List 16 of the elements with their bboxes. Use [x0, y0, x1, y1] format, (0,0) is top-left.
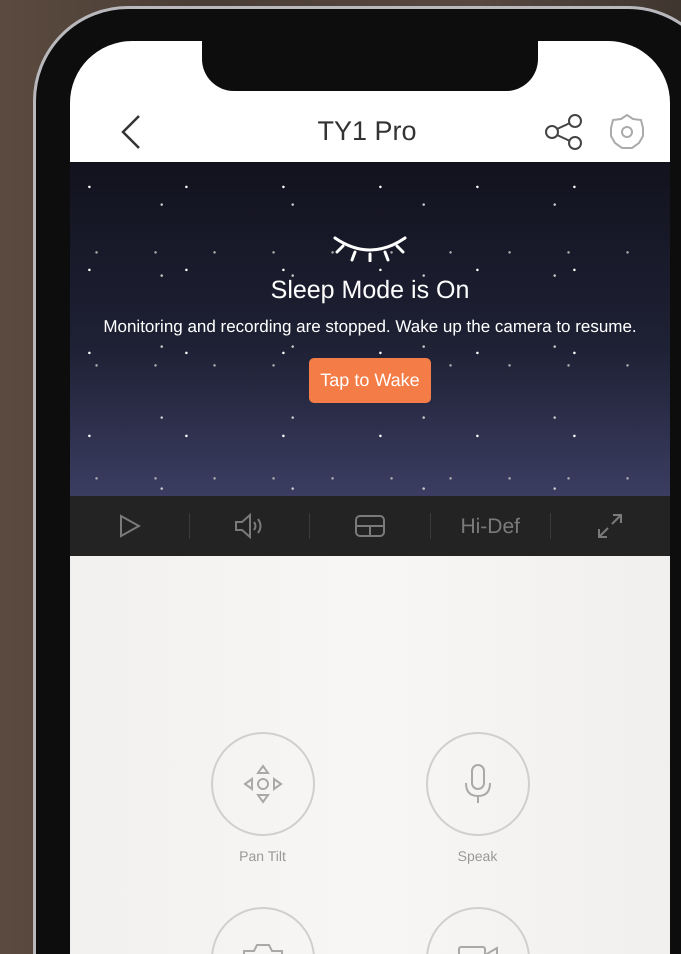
quality-button[interactable]: Hi-Def — [460, 516, 520, 536]
settings-icon[interactable] — [608, 112, 646, 150]
sleep-message: Monitoring and recording are stopped. Wake up the camera to resume. — [102, 316, 638, 338]
screen-title: TY1 Pro — [317, 115, 417, 148]
wake-button[interactable]: Tap to Wake — [309, 358, 431, 402]
control-label: Pan Tilt — [239, 847, 286, 866]
sleep-title: Sleep Mode is On — [270, 275, 470, 306]
back-icon[interactable] — [120, 114, 142, 150]
grid-icon[interactable] — [355, 514, 385, 538]
control-label: Speak — [458, 847, 498, 866]
expand-icon[interactable] — [596, 512, 624, 540]
play-icon[interactable] — [118, 514, 141, 538]
share-icon[interactable] — [544, 114, 584, 150]
pantilt-button[interactable] — [210, 732, 314, 836]
direction-pad-icon — [242, 764, 282, 804]
microphone-icon — [462, 763, 492, 805]
